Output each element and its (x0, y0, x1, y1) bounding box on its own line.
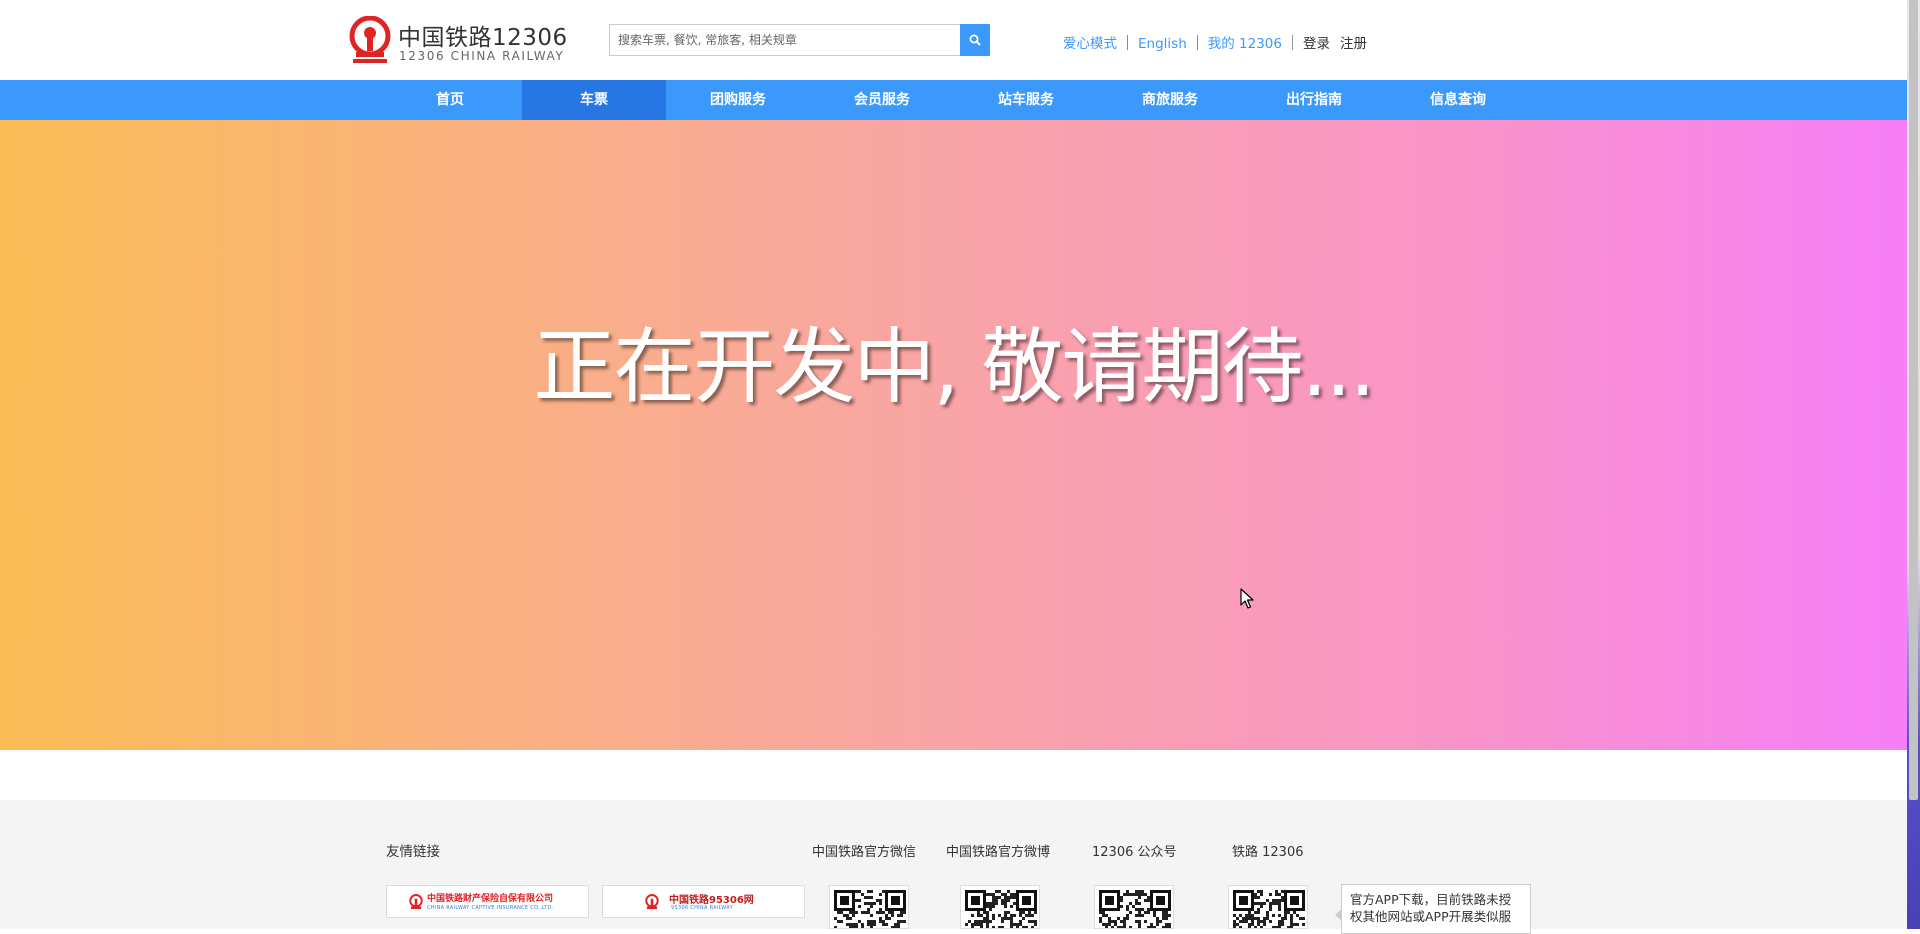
partner-name: 中国铁路财产保险自保有限公司 (427, 894, 554, 904)
site-footer: 友情链接 中国铁路财产保险自保有限公司 CHINA RAILWAY CAPTIV… (0, 800, 1907, 934)
search-input[interactable] (609, 24, 960, 56)
qr-code-icon (1233, 890, 1305, 928)
qr-code-icon (1099, 890, 1171, 928)
nav-item-business-travel[interactable]: 商旅服务 (1098, 80, 1242, 120)
nav-item-home[interactable]: 首页 (378, 80, 522, 120)
scrollbar-thumb[interactable] (1909, 0, 1918, 800)
search-button[interactable] (960, 24, 990, 56)
under-development-message: 正在开发中, 敬请期待... (533, 320, 1375, 415)
search-box (609, 24, 990, 56)
friend-links-title: 友情链接 (386, 844, 440, 860)
mouse-cursor-icon (1240, 588, 1254, 609)
partner-link-insurance[interactable]: 中国铁路财产保险自保有限公司 CHINA RAILWAY CAPTIVE INS… (386, 885, 589, 918)
divider (1292, 35, 1293, 50)
partner-link-95306[interactable]: 中国铁路95306网 95306 CHINA RAILWAY (602, 885, 805, 918)
logo-subtitle: 12306 CHINA RAILWAY (399, 49, 565, 63)
nav-item-station-services[interactable]: 站车服务 (954, 80, 1098, 120)
site-logo[interactable]: 中国铁路12306 12306 CHINA RAILWAY (348, 14, 568, 66)
care-mode-link[interactable]: 爱心模式 (1063, 36, 1117, 52)
qr-title-weibo: 中国铁路官方微博 (946, 845, 1051, 860)
login-link[interactable]: 登录 (1303, 36, 1330, 52)
qr-code-app (1228, 885, 1308, 929)
railway-logo-icon (409, 894, 423, 909)
qr-code-official-account (1094, 885, 1174, 929)
nav-item-info-query[interactable]: 信息查询 (1386, 80, 1530, 120)
qr-title-official-account: 12306 公众号 (1092, 845, 1177, 860)
register-link[interactable]: 注册 (1340, 36, 1367, 52)
qr-code-icon (834, 890, 906, 928)
nav-item-group-services[interactable]: 团购服务 (666, 80, 810, 120)
partner-subtitle: CHINA RAILWAY CAPTIVE INSURANCE CO.,LTD. (427, 905, 554, 911)
nav-item-member-services[interactable]: 会员服务 (810, 80, 954, 120)
english-link[interactable]: English (1138, 36, 1187, 52)
partner-name: 中国铁路95306网 (669, 895, 754, 906)
main-nav: 首页 车票 团购服务 会员服务 站车服务 商旅服务 出行指南 信息查询 (0, 80, 1907, 120)
app-download-note: 官方APP下载，目前铁路未授权其他网站或APP开展类似服 (1335, 884, 1531, 934)
logo-title: 中国铁路12306 (398, 25, 568, 51)
nav-item-travel-guide[interactable]: 出行指南 (1242, 80, 1386, 120)
hero-banner: 正在开发中, 敬请期待... (0, 120, 1907, 750)
qr-title-wechat: 中国铁路官方微信 (812, 845, 917, 860)
top-links: 爱心模式 English 我的 12306 登录 注册 (1063, 32, 1367, 52)
my12306-link[interactable]: 我的 12306 (1208, 36, 1282, 52)
search-icon (969, 34, 981, 46)
divider (1196, 35, 1198, 50)
qr-title-railway12306: 铁路 12306 (1232, 845, 1304, 860)
qr-code-wechat (829, 885, 909, 929)
divider (1127, 35, 1128, 50)
site-header: 中国铁路12306 12306 CHINA RAILWAY 爱心模式 Englis… (0, 0, 1907, 80)
nav-item-tickets[interactable]: 车票 (522, 80, 666, 120)
qr-code-weibo (960, 885, 1040, 929)
railway-logo-icon (349, 16, 391, 63)
qr-code-icon (965, 890, 1037, 928)
railway-logo-icon (645, 894, 659, 909)
partner-subtitle: 95306 CHINA RAILWAY (671, 905, 733, 911)
